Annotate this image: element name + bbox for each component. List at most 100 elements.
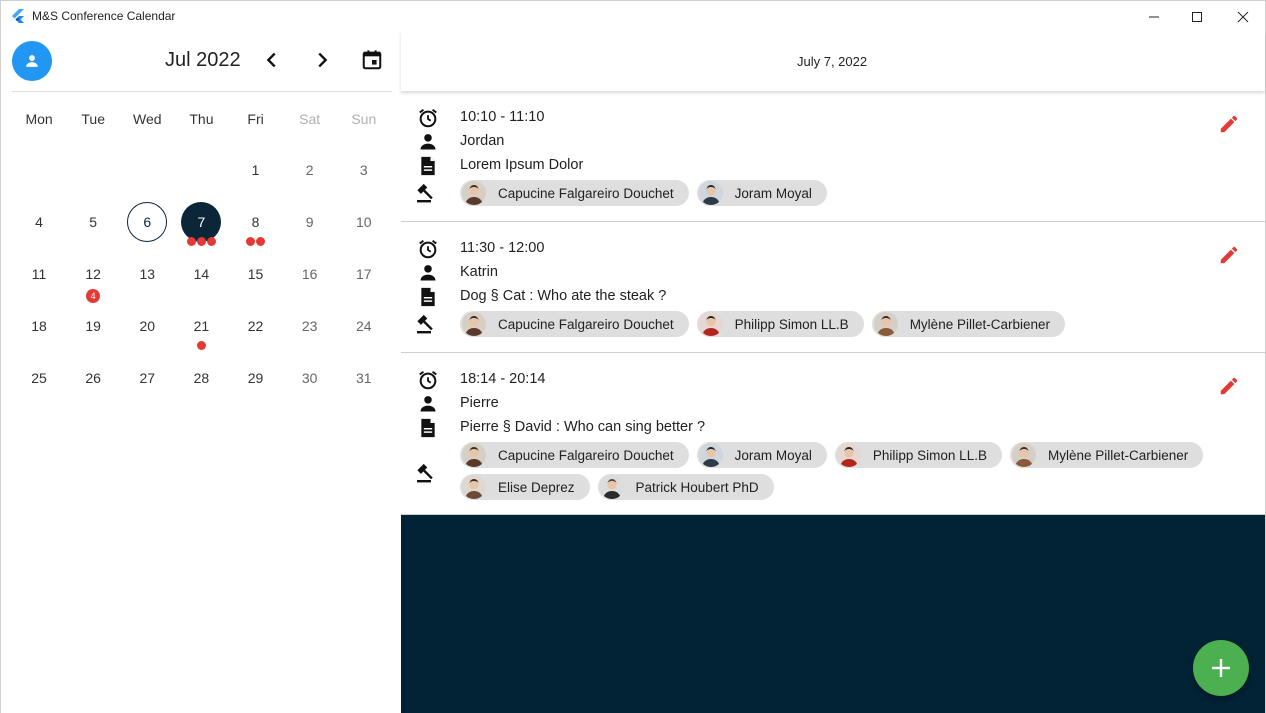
day-cell-20[interactable]: 20: [120, 300, 174, 352]
day-cell-16[interactable]: 16: [283, 248, 337, 300]
judge-chip[interactable]: Mylène Pillet-Carbiener: [871, 311, 1065, 337]
day-number: 8: [251, 214, 260, 230]
avatar: [462, 181, 486, 205]
event-card[interactable]: 11:30 - 12:00 Katrin Dog § Cat : Who ate t…: [401, 222, 1265, 353]
day-cell-1[interactable]: 1: [229, 144, 283, 196]
judge-chip[interactable]: Patrick Houbert PhD: [597, 474, 774, 500]
weekday-label: Sun: [351, 111, 377, 127]
day-cell-26[interactable]: 26: [66, 352, 120, 404]
day-cell-17[interactable]: 17: [337, 248, 391, 300]
judge-chip[interactable]: Philipp Simon LL.B: [696, 311, 864, 337]
event-card[interactable]: 10:10 - 11:10 Jordan Lorem Ipsum Dolor Capu…: [401, 91, 1265, 222]
gavel-icon: [416, 310, 440, 334]
day-cell-28[interactable]: 28: [174, 352, 228, 404]
avatar: [462, 312, 486, 336]
weekday-label: Wed: [133, 111, 162, 127]
today-button[interactable]: [361, 49, 383, 71]
chevron-right-icon: [318, 52, 328, 68]
avatar: [698, 443, 723, 467]
day-cell-18[interactable]: 18: [12, 300, 66, 352]
profile-button[interactable]: [12, 41, 52, 81]
day-cell-31[interactable]: 31: [337, 352, 391, 404]
day-number: 29: [247, 370, 264, 386]
day-cell-29[interactable]: 29: [229, 352, 283, 404]
day-cell-27[interactable]: 27: [120, 352, 174, 404]
day-number: 25: [31, 370, 47, 386]
day-number: 7: [181, 202, 222, 242]
day-number: 23: [301, 318, 318, 334]
pencil-icon: [1218, 246, 1240, 270]
day-cell-10[interactable]: 10: [337, 196, 391, 248]
calendar-icon: [362, 50, 382, 70]
judge-chip[interactable]: Joram Moyal: [696, 180, 827, 206]
day-cell-12[interactable]: 12 4: [66, 248, 120, 303]
day-number: 17: [356, 266, 372, 282]
weekday-label: Fri: [247, 111, 264, 127]
day-cell-3[interactable]: 3: [337, 144, 391, 196]
gavel-icon: [416, 459, 440, 483]
gavel-icon: [416, 179, 440, 203]
day-number: 27: [139, 370, 156, 386]
avatar: [599, 475, 624, 499]
empty-day-cell: [66, 144, 120, 196]
judge-chip[interactable]: Capucine Falgareiro Douchet: [460, 180, 689, 206]
event-dot: [196, 341, 206, 350]
judge-chip[interactable]: Philipp Simon LL.B: [834, 442, 1002, 468]
event-dot: [256, 237, 266, 246]
judge-name: Elise Deprez: [498, 479, 575, 495]
edit-event-button[interactable]: [1218, 244, 1242, 268]
day-number: 19: [85, 318, 101, 334]
event-person: Jordan: [460, 133, 505, 149]
person-icon: [416, 261, 440, 285]
avatar: [698, 181, 723, 205]
minimize-icon: [1149, 16, 1159, 17]
day-cell-2[interactable]: 2: [283, 144, 337, 196]
day-cell-14[interactable]: 14: [174, 248, 228, 300]
event-markers: [174, 341, 228, 350]
day-number: 3: [359, 162, 368, 178]
judge-chip[interactable]: Joram Moyal: [696, 442, 827, 468]
day-cell-8[interactable]: 8: [229, 196, 283, 248]
month-title: Jul 2022: [165, 49, 241, 71]
day-cell-22[interactable]: 22: [229, 300, 283, 352]
day-cell-13[interactable]: 13: [120, 248, 174, 300]
day-cell-7[interactable]: 7: [174, 196, 228, 248]
person-icon: [416, 392, 440, 416]
clock-icon: [416, 237, 440, 261]
minimize-button[interactable]: [1131, 1, 1177, 32]
edit-event-button[interactable]: [1218, 375, 1242, 399]
judge-chip[interactable]: Mylène Pillet-Carbiener: [1009, 442, 1204, 468]
day-number: 26: [85, 370, 101, 386]
judge-name: Capucine Falgareiro Douchet: [498, 447, 674, 463]
day-cell-6[interactable]: 6: [120, 196, 174, 248]
day-cell-19[interactable]: 19: [66, 300, 120, 352]
day-cell-4[interactable]: 4: [12, 196, 66, 248]
day-cell-30[interactable]: 30: [283, 352, 337, 404]
day-cell-9[interactable]: 9: [283, 196, 337, 248]
day-cell-21[interactable]: 21: [174, 300, 228, 352]
add-event-button[interactable]: [1193, 640, 1249, 696]
day-cell-11[interactable]: 11: [12, 248, 66, 300]
maximize-button[interactable]: [1174, 1, 1220, 32]
close-button[interactable]: [1220, 1, 1266, 32]
day-cell-15[interactable]: 15: [229, 248, 283, 300]
avatar: [698, 312, 723, 336]
day-cell-25[interactable]: 25: [12, 352, 66, 404]
event-card[interactable]: 18:14 - 20:14 Pierre Pierre § David : Who …: [401, 353, 1265, 515]
day-number: 10: [356, 214, 372, 230]
flutter-logo-icon: [12, 9, 24, 23]
day-cell-23[interactable]: 23: [283, 300, 337, 352]
judge-chip[interactable]: Elise Deprez: [460, 474, 590, 500]
day-cell-24[interactable]: 24: [337, 300, 391, 352]
day-number: 5: [89, 214, 98, 230]
judge-name: Capucine Falgareiro Douchet: [498, 185, 674, 201]
judge-name: Philipp Simon LL.B: [734, 316, 849, 332]
previous-month-button[interactable]: [261, 49, 283, 71]
event-list: 10:10 - 11:10 Jordan Lorem Ipsum Dolor Capu…: [401, 91, 1265, 515]
edit-event-button[interactable]: [1218, 113, 1242, 137]
day-cell-5[interactable]: 5: [66, 196, 120, 248]
empty-day-cell: [120, 144, 174, 196]
next-month-button[interactable]: [311, 49, 333, 71]
judge-chip[interactable]: Capucine Falgareiro Douchet: [460, 442, 689, 468]
judge-chip[interactable]: Capucine Falgareiro Douchet: [460, 311, 689, 337]
